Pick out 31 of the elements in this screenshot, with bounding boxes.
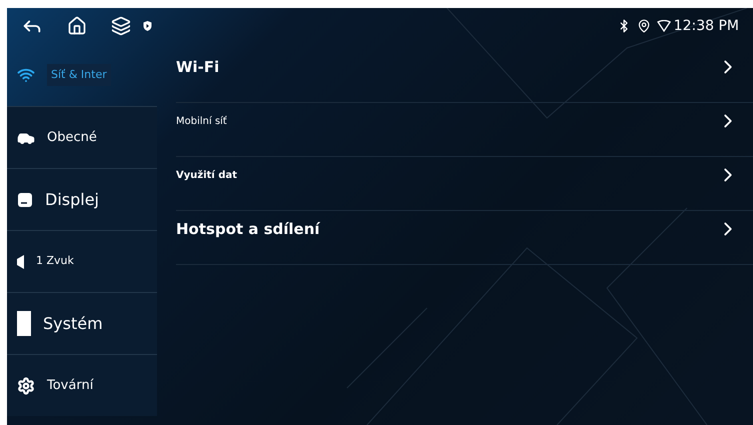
wifi-signal-icon — [656, 20, 671, 32]
setting-label: Mobilní síť — [176, 114, 227, 128]
wifi-icon — [17, 66, 35, 84]
gear-icon — [17, 376, 35, 394]
square-icon — [17, 311, 31, 336]
setting-label: Hotspot a sdílení — [176, 218, 320, 240]
sidebar-item[interactable]: 1 Zvuk — [7, 230, 157, 292]
sidebar-item[interactable]: Tovární — [7, 354, 157, 416]
settings-row[interactable]: Wi-Fi — [176, 44, 753, 103]
sidebar-item[interactable]: Displej — [7, 168, 157, 230]
clock-time: 12:38 PM — [674, 16, 739, 36]
sidebar-label: Displej — [45, 188, 99, 210]
shield-icon — [143, 21, 152, 31]
home-icon[interactable] — [67, 16, 87, 36]
sidebar-label: Síť & Inter — [47, 64, 111, 86]
settings-row[interactable]: Hotspot a sdílení — [176, 206, 753, 265]
sidebar-label: 1 Zvuk — [36, 253, 74, 270]
setting-label: Wi-Fi — [176, 56, 220, 78]
sidebar-label: Systém — [43, 312, 103, 334]
sidebar-item[interactable]: Systém — [7, 292, 157, 354]
speaker-icon — [17, 254, 24, 268]
sidebar-item[interactable]: Síť & Inter — [7, 44, 157, 106]
settings-row[interactable]: Využití dat — [176, 152, 753, 211]
sidebar-item[interactable]: Obecné — [7, 106, 157, 168]
setting-label: Využití dat — [176, 168, 238, 182]
sidebar-label: Obecné — [47, 128, 97, 147]
location-icon — [636, 19, 651, 33]
display-icon — [17, 192, 33, 208]
layers-icon[interactable] — [111, 16, 131, 36]
sidebar-label: Tovární — [47, 376, 94, 395]
settings-row[interactable]: Mobilní síť — [176, 98, 753, 157]
